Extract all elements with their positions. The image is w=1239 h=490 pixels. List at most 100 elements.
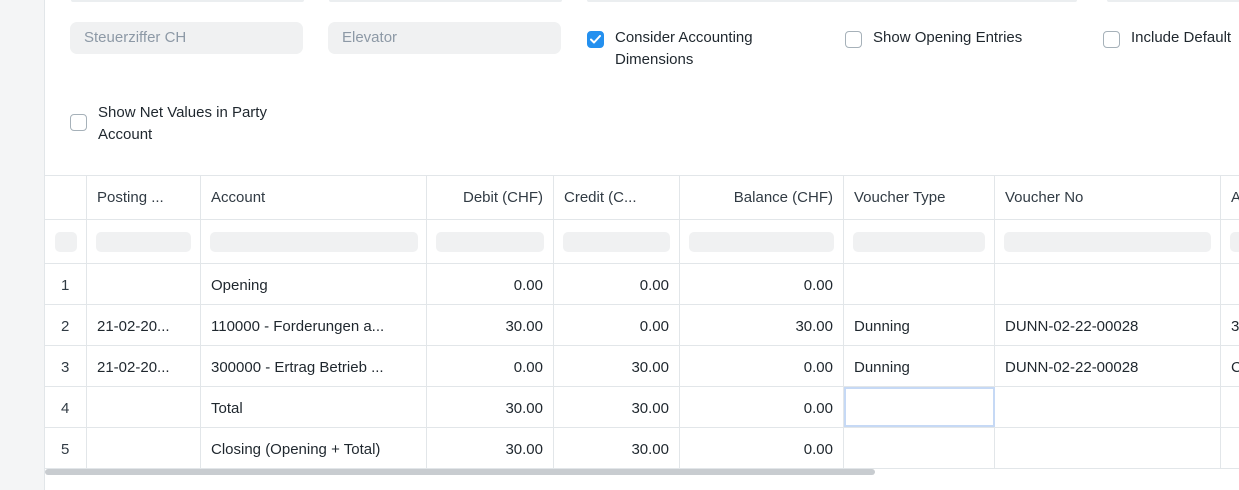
row-number-cell[interactable]: 1 <box>45 264 87 304</box>
account-cell[interactable]: Opening <box>201 264 427 304</box>
table-row[interactable]: 5 Closing (Opening + Total) 30.00 30.00 0.00 <box>45 428 1239 469</box>
row-number-cell[interactable]: 3 <box>45 346 87 386</box>
filter-input[interactable] <box>853 232 985 252</box>
filter-input[interactable] <box>563 232 670 252</box>
debit-cell[interactable]: 30.00 <box>427 305 554 345</box>
checkbox-box[interactable] <box>1103 31 1120 48</box>
voucher-type-cell[interactable]: Dunning <box>844 346 995 386</box>
voucher-type-cell[interactable] <box>844 387 995 427</box>
column-header-debit[interactable]: Debit (CHF) <box>427 176 554 219</box>
filter-cell <box>45 220 87 263</box>
against-cell[interactable] <box>1221 428 1239 468</box>
balance-cell[interactable]: 0.00 <box>680 428 844 468</box>
table-row[interactable]: 1 Opening 0.00 0.00 0.00 <box>45 264 1239 305</box>
table-filter-row <box>45 220 1239 264</box>
account-cell[interactable]: 110000 - Forderungen a... <box>201 305 427 345</box>
balance-cell[interactable]: 30.00 <box>680 305 844 345</box>
tax-number-input[interactable]: Steuerziffer CH <box>70 22 303 54</box>
row-number-header <box>45 176 87 219</box>
table-row[interactable]: 2 21-02-20... 110000 - Forderungen a... 30.… <box>45 305 1239 346</box>
debit-cell[interactable]: 0.00 <box>427 264 554 304</box>
report-table: Posting ... Account Debit (CHF) Credit (… <box>45 175 1239 469</box>
column-header-balance[interactable]: Balance (CHF) <box>680 176 844 219</box>
checkbox-box[interactable] <box>70 114 87 131</box>
checkbox-label: Consider Accounting Dimensions <box>615 29 753 68</box>
balance-cell[interactable]: 0.00 <box>680 387 844 427</box>
filter-input[interactable] <box>436 232 544 252</box>
filter-input[interactable] <box>55 232 77 252</box>
report-panel: Steuerziffer CH Elevator Consider Accoun… <box>44 0 1239 490</box>
posting-date-cell[interactable]: 21-02-20... <box>87 346 201 386</box>
account-cell[interactable]: Closing (Opening + Total) <box>201 428 427 468</box>
voucher-no-cell[interactable] <box>995 387 1221 427</box>
filter-cell <box>844 220 995 263</box>
column-header-posting-date[interactable]: Posting ... <box>87 176 201 219</box>
checkbox-label: Show Opening Entries <box>873 29 1023 46</box>
filter-input[interactable] <box>689 232 834 252</box>
checkbox-label: Show Net Values in Party Account <box>98 104 267 143</box>
row-number-cell[interactable]: 2 <box>45 305 87 345</box>
checkbox-box[interactable] <box>845 31 862 48</box>
consider-accounting-dimensions-checkbox[interactable]: Consider Accounting Dimensions <box>587 27 787 71</box>
filter-input[interactable] <box>1230 232 1239 252</box>
voucher-no-cell[interactable]: DUNN-02-22-00028 <box>995 346 1221 386</box>
voucher-type-cell[interactable] <box>844 428 995 468</box>
column-header-credit[interactable]: Credit (C... <box>554 176 680 219</box>
debit-cell[interactable]: 30.00 <box>427 428 554 468</box>
voucher-type-cell[interactable] <box>844 264 995 304</box>
against-cell[interactable]: C <box>1221 346 1239 386</box>
filter-strip <box>1107 0 1239 2</box>
balance-cell[interactable]: 0.00 <box>680 346 844 386</box>
column-header-account[interactable]: Account <box>201 176 427 219</box>
row-number-cell[interactable]: 5 <box>45 428 87 468</box>
filter-input[interactable] <box>1004 232 1211 252</box>
column-header-against[interactable]: A <box>1221 176 1239 219</box>
row-number-cell[interactable]: 4 <box>45 387 87 427</box>
elevator-input[interactable]: Elevator <box>328 22 561 54</box>
posting-date-cell[interactable]: 21-02-20... <box>87 305 201 345</box>
posting-date-cell[interactable] <box>87 428 201 468</box>
table-row[interactable]: 3 21-02-20... 300000 - Ertrag Betrieb ... 0… <box>45 346 1239 387</box>
filter-input[interactable] <box>210 232 418 252</box>
voucher-no-cell[interactable] <box>995 264 1221 304</box>
voucher-no-cell[interactable]: DUNN-02-22-00028 <box>995 305 1221 345</box>
posting-date-cell[interactable] <box>87 264 201 304</box>
column-header-voucher-no[interactable]: Voucher No <box>995 176 1221 219</box>
balance-cell[interactable]: 0.00 <box>680 264 844 304</box>
filter-cell <box>427 220 554 263</box>
include-default-checkbox[interactable]: Include Default <box>1103 27 1231 49</box>
left-gutter <box>0 0 44 490</box>
credit-cell[interactable]: 0.00 <box>554 264 680 304</box>
credit-cell[interactable]: 30.00 <box>554 346 680 386</box>
posting-date-cell[interactable] <box>87 387 201 427</box>
credit-cell[interactable]: 30.00 <box>554 387 680 427</box>
filter-strip <box>587 0 1077 2</box>
against-cell[interactable] <box>1221 387 1239 427</box>
debit-cell[interactable]: 0.00 <box>427 346 554 386</box>
voucher-type-cell[interactable]: Dunning <box>844 305 995 345</box>
filter-cell <box>87 220 201 263</box>
filter-input[interactable] <box>96 232 191 252</box>
horizontal-scrollbar[interactable] <box>45 469 1239 477</box>
column-header-voucher-type[interactable]: Voucher Type <box>844 176 995 219</box>
filter-cell <box>201 220 427 263</box>
show-opening-entries-checkbox[interactable]: Show Opening Entries <box>845 27 1022 49</box>
against-cell[interactable]: 3 <box>1221 305 1239 345</box>
debit-cell[interactable]: 30.00 <box>427 387 554 427</box>
show-net-values-checkbox[interactable]: Show Net Values in Party Account <box>70 102 300 146</box>
filter-cell <box>680 220 844 263</box>
checked-icon[interactable] <box>587 31 604 48</box>
table-body: 1 Opening 0.00 0.00 0.00 2 21-02-20... 110000 -… <box>45 264 1239 469</box>
filter-strip <box>71 0 304 2</box>
account-cell[interactable]: Total <box>201 387 427 427</box>
credit-cell[interactable]: 0.00 <box>554 305 680 345</box>
filter-strip <box>329 0 562 2</box>
account-cell[interactable]: 300000 - Ertrag Betrieb ... <box>201 346 427 386</box>
filter-cell <box>995 220 1221 263</box>
credit-cell[interactable]: 30.00 <box>554 428 680 468</box>
voucher-no-cell[interactable] <box>995 428 1221 468</box>
table-row[interactable]: 4 Total 30.00 30.00 0.00 <box>45 387 1239 428</box>
against-cell[interactable] <box>1221 264 1239 304</box>
scrollbar-thumb[interactable] <box>45 469 875 475</box>
filter-cell <box>1221 220 1239 263</box>
